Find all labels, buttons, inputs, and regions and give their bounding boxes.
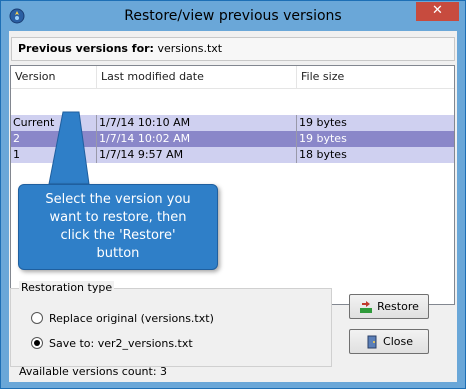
title-bar[interactable]: Restore/view previous versions ✕: [1, 1, 465, 31]
save-to-option[interactable]: Save to: ver2_versions.txt: [31, 336, 193, 352]
restore-button[interactable]: Restore: [349, 294, 429, 319]
callout-line: click the 'Restore': [60, 228, 176, 243]
restoration-type-group: Restoration type Replace original (versi…: [10, 281, 332, 367]
close-button[interactable]: Close: [349, 329, 429, 354]
restore-label: Restore: [377, 300, 419, 313]
radio-replace[interactable]: [31, 312, 43, 324]
help-callout: Select the version you want to restore, …: [18, 184, 218, 270]
radio-save-to[interactable]: [31, 337, 43, 349]
close-label: Close: [383, 335, 413, 348]
replace-original-label: Replace original (versions.txt): [49, 312, 214, 325]
versions-count-status: Available versions count: 3: [19, 365, 168, 378]
restoration-type-label: Restoration type: [19, 281, 115, 294]
window-title: Restore/view previous versions: [124, 8, 342, 24]
save-to-label: Save to: ver2_versions.txt: [49, 337, 193, 350]
replace-original-option[interactable]: Replace original (versions.txt): [31, 311, 214, 327]
restore-icon: [359, 299, 373, 313]
callout-line: button: [96, 246, 140, 261]
close-window-button[interactable]: ✕: [416, 2, 459, 21]
callout-line: want to restore, then: [49, 210, 187, 225]
door-icon: [365, 334, 379, 349]
restore-window: Restore/view previous versions ✕ Previou…: [0, 0, 466, 389]
callout-line: Select the version you: [45, 192, 191, 207]
